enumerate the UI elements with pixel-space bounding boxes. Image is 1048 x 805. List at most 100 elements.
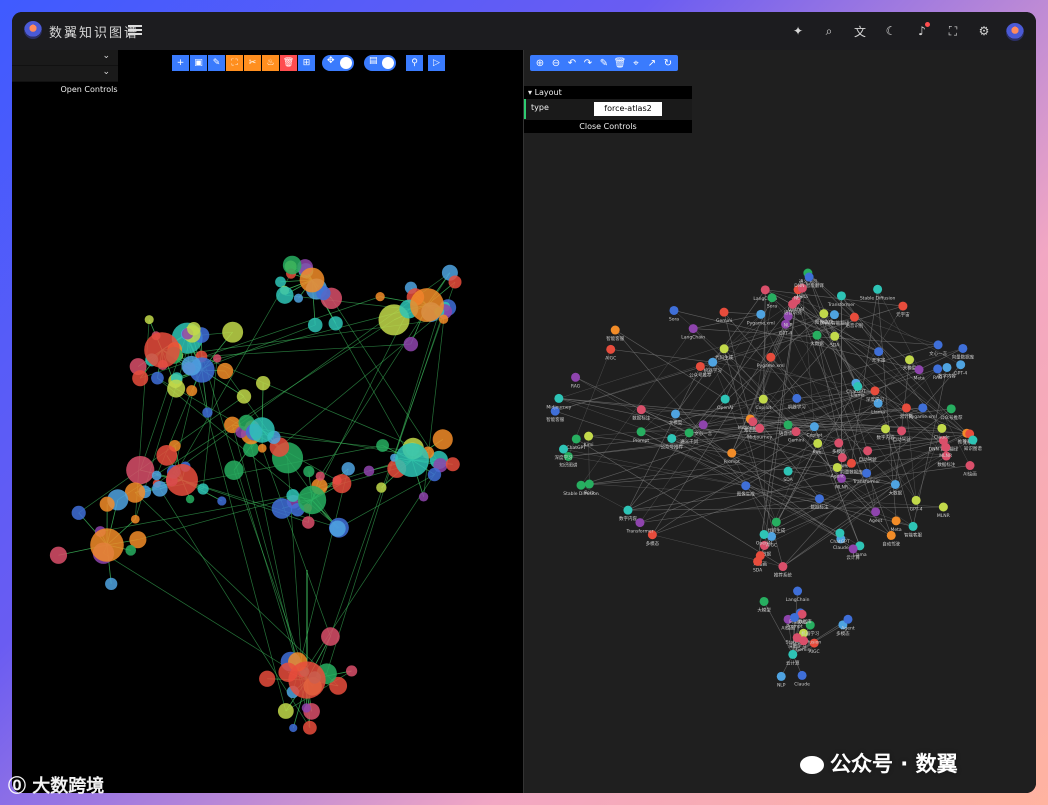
left-graph-canvas[interactable] bbox=[12, 50, 523, 793]
graph-node[interactable] bbox=[217, 496, 227, 506]
graph-node[interactable] bbox=[49, 546, 68, 564]
graph-node[interactable] bbox=[341, 462, 355, 476]
graph-node[interactable] bbox=[216, 362, 234, 380]
graph-node[interactable] bbox=[938, 502, 948, 512]
graph-node[interactable] bbox=[741, 481, 751, 491]
graph-node[interactable] bbox=[819, 309, 829, 319]
graph-node[interactable] bbox=[185, 494, 195, 504]
graph-node[interactable] bbox=[830, 331, 840, 341]
moon-icon[interactable]: ☾ bbox=[880, 20, 902, 42]
graph-node[interactable] bbox=[688, 324, 698, 334]
graph-node[interactable] bbox=[293, 293, 304, 303]
graph-node[interactable] bbox=[329, 520, 346, 537]
graph-node[interactable] bbox=[756, 309, 766, 319]
graph-node[interactable] bbox=[236, 389, 252, 404]
graph-node[interactable] bbox=[908, 521, 918, 531]
graph-node[interactable] bbox=[813, 438, 823, 448]
graph-node[interactable] bbox=[271, 498, 293, 519]
graph-node[interactable] bbox=[862, 468, 872, 478]
graph-node[interactable] bbox=[797, 670, 807, 680]
graph-node[interactable] bbox=[71, 505, 86, 520]
graph-node[interactable] bbox=[636, 405, 646, 415]
graph-node[interactable] bbox=[554, 393, 564, 403]
graph-node[interactable] bbox=[259, 670, 276, 687]
graph-node[interactable] bbox=[187, 321, 201, 336]
graph-node[interactable] bbox=[321, 627, 340, 646]
graph-node[interactable] bbox=[870, 386, 880, 396]
graph-node[interactable] bbox=[282, 255, 302, 275]
graph-node[interactable] bbox=[297, 485, 327, 515]
graph-node[interactable] bbox=[832, 462, 842, 472]
graph-node[interactable] bbox=[759, 596, 769, 606]
graph-node[interactable] bbox=[669, 305, 679, 315]
graph-node[interactable] bbox=[911, 495, 921, 505]
graph-node[interactable] bbox=[766, 352, 776, 362]
graph-node[interactable] bbox=[812, 330, 822, 340]
graph-node[interactable] bbox=[792, 393, 802, 403]
graph-node[interactable] bbox=[222, 321, 244, 343]
graph-node[interactable] bbox=[126, 455, 155, 485]
graph-node[interactable] bbox=[881, 424, 891, 434]
graph-node[interactable] bbox=[636, 427, 646, 437]
graph-node[interactable] bbox=[698, 420, 708, 430]
sparkle-icon[interactable]: ✦ bbox=[787, 20, 809, 42]
graph-node[interactable] bbox=[375, 292, 385, 302]
graph-node[interactable] bbox=[144, 315, 154, 325]
graph-node[interactable] bbox=[410, 288, 444, 322]
graph-node[interactable] bbox=[418, 492, 429, 502]
graph-node[interactable] bbox=[105, 577, 118, 590]
graph-node[interactable] bbox=[946, 404, 956, 414]
graph-node[interactable] bbox=[448, 275, 462, 289]
graph-node[interactable] bbox=[719, 344, 729, 354]
graph-node[interactable] bbox=[901, 403, 911, 413]
graph-node[interactable] bbox=[890, 479, 900, 489]
translate-icon[interactable]: 文 bbox=[849, 20, 871, 42]
graph-node[interactable] bbox=[286, 489, 300, 502]
graph-node[interactable] bbox=[125, 545, 137, 556]
graph-node[interactable] bbox=[445, 457, 460, 472]
graph-node[interactable] bbox=[905, 355, 915, 365]
graph-node[interactable] bbox=[606, 344, 616, 354]
graph-node[interactable] bbox=[156, 445, 178, 466]
graph-node[interactable] bbox=[395, 443, 429, 477]
graph-node[interactable] bbox=[667, 433, 677, 443]
graph-node[interactable] bbox=[965, 461, 975, 471]
graph-node[interactable] bbox=[791, 427, 801, 437]
graph-node[interactable] bbox=[571, 434, 581, 444]
bell-icon[interactable]: ♪ bbox=[911, 20, 933, 42]
graph-node[interactable] bbox=[937, 423, 947, 433]
graph-node[interactable] bbox=[755, 423, 765, 433]
graph-node[interactable] bbox=[846, 458, 856, 468]
graph-node[interactable] bbox=[346, 665, 358, 677]
graph-node[interactable] bbox=[301, 703, 312, 713]
graph-node[interactable] bbox=[918, 403, 928, 413]
graph-node[interactable] bbox=[863, 446, 873, 456]
graph-node[interactable] bbox=[671, 409, 681, 419]
graph-node[interactable] bbox=[438, 314, 449, 324]
graph-node[interactable] bbox=[708, 357, 718, 367]
graph-node[interactable] bbox=[197, 483, 209, 495]
graph-node[interactable] bbox=[213, 354, 222, 363]
graph-node[interactable] bbox=[874, 347, 884, 357]
graph-node[interactable] bbox=[99, 496, 115, 512]
graph-node[interactable] bbox=[843, 614, 853, 624]
graph-node[interactable] bbox=[836, 291, 846, 301]
graph-node[interactable] bbox=[257, 443, 267, 453]
graph-node[interactable] bbox=[186, 385, 198, 397]
graph-node[interactable] bbox=[275, 276, 286, 288]
search-icon[interactable]: ⌕ bbox=[818, 20, 840, 42]
graph-node[interactable] bbox=[848, 544, 858, 554]
graph-node[interactable] bbox=[684, 428, 694, 438]
graph-node[interactable] bbox=[793, 586, 803, 596]
graph-node[interactable] bbox=[576, 480, 586, 490]
graph-node[interactable] bbox=[771, 517, 781, 527]
graph-node[interactable] bbox=[941, 442, 951, 452]
fullscreen-icon[interactable]: ⛶ bbox=[942, 20, 964, 42]
graph-node[interactable] bbox=[719, 307, 729, 317]
graph-node[interactable] bbox=[167, 379, 186, 398]
graph-node[interactable] bbox=[224, 460, 244, 480]
graph-node[interactable] bbox=[783, 420, 793, 430]
graph-node[interactable] bbox=[759, 529, 769, 539]
graph-node[interactable] bbox=[933, 364, 943, 374]
graph-node[interactable] bbox=[584, 479, 594, 489]
